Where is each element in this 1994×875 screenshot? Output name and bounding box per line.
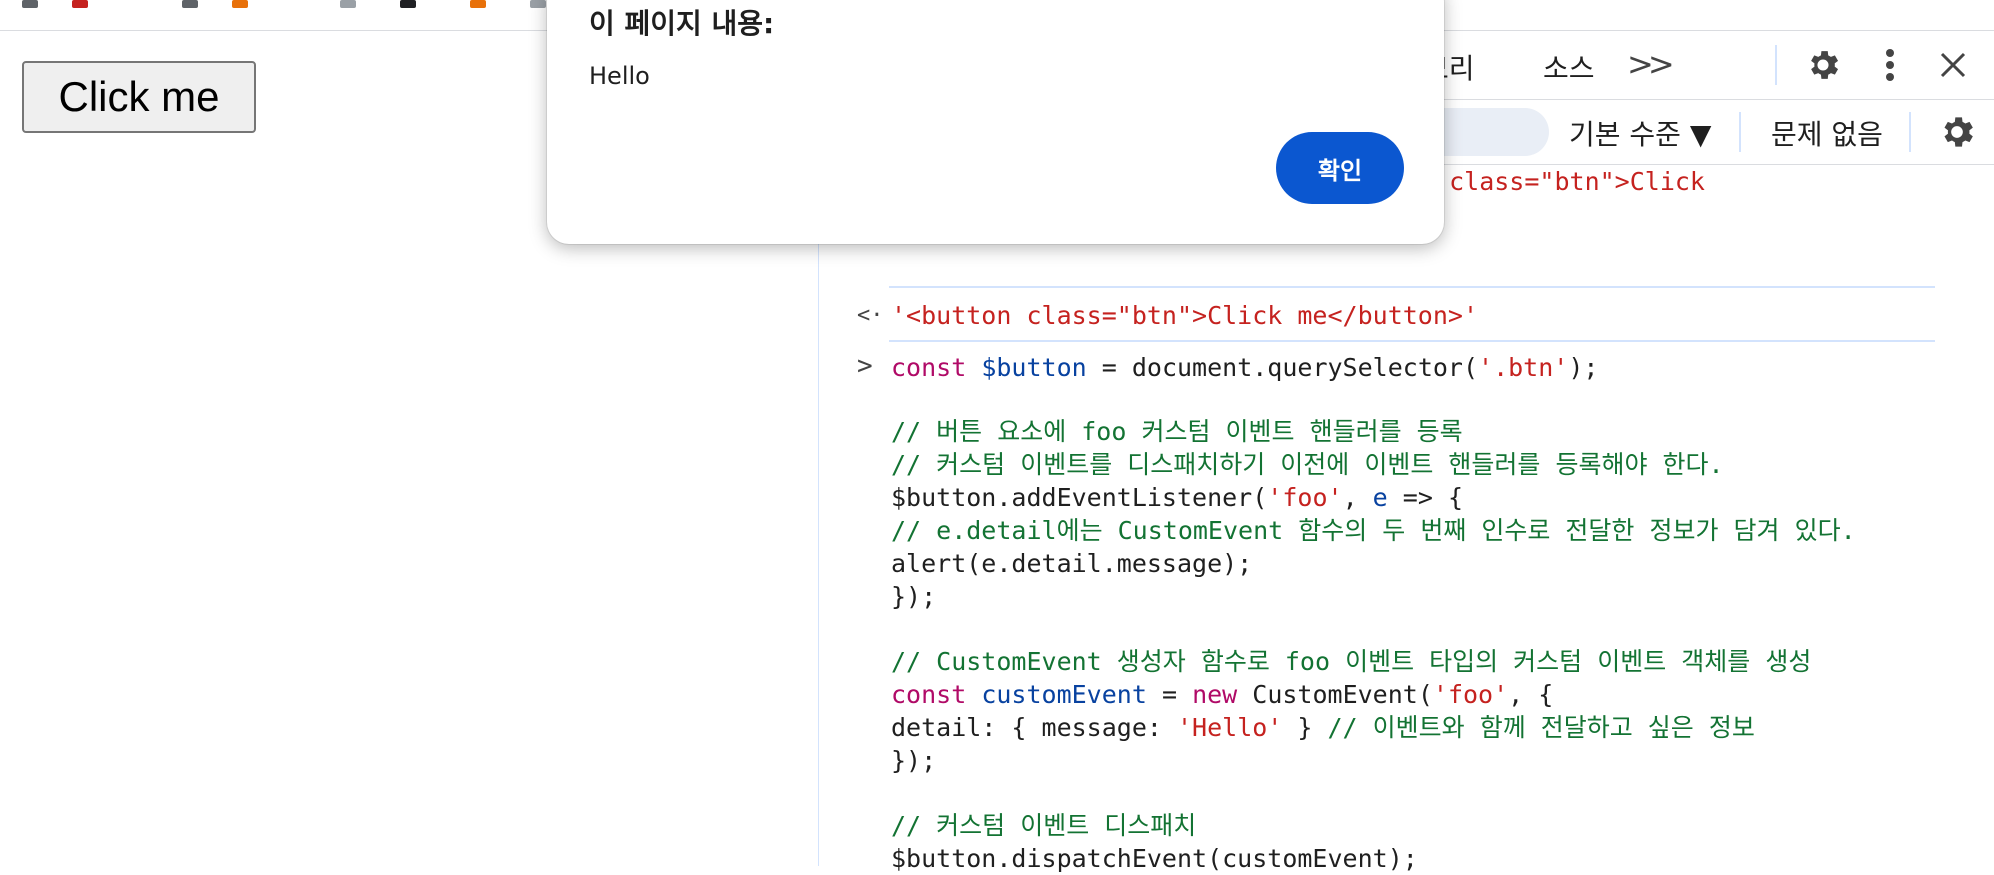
code-line: $button.dispatchEvent(customEvent); (891, 844, 1418, 873)
bookmark-icon[interactable] (470, 0, 486, 8)
code-line: const customEvent = new CustomEvent('foo… (891, 680, 1554, 709)
console-divider (889, 340, 1935, 342)
code-line: }); (891, 582, 937, 611)
code-comment: // e.detail에는 CustomEvent 함수의 두 번째 인수로 전… (891, 516, 1856, 545)
click-me-button[interactable]: Click me (22, 61, 256, 133)
bookmark-icon[interactable] (232, 0, 248, 8)
code-line: $button.addEventListener('foo', e => { (891, 483, 1463, 512)
code-comment: // CustomEvent 생성자 함수로 foo 이벤트 타입의 커스텀 이… (891, 647, 1812, 676)
console-result: '<button class="btn">Click me</button>' (891, 301, 1478, 330)
ok-button[interactable]: 확인 (1276, 132, 1404, 204)
code-comment: // 커스텀 이벤트 디스패치 (891, 811, 1197, 840)
bookmark-icon[interactable] (400, 0, 416, 8)
divider (1909, 112, 1911, 152)
dialog-message: Hello (589, 62, 650, 90)
console-divider (889, 286, 1935, 288)
tab-sources[interactable]: 소스 (1543, 47, 1595, 87)
input-prompt-icon: > (857, 351, 873, 381)
code-line: const $button = document.querySelector('… (891, 353, 1599, 382)
bookmark-icon[interactable] (22, 0, 38, 8)
divider (1775, 45, 1777, 85)
bookmark-icon[interactable] (530, 0, 546, 8)
bookmark-icon[interactable] (72, 0, 88, 8)
issues-counter[interactable]: 문제 없음 (1771, 113, 1883, 153)
console-settings-gear-icon[interactable] (1935, 110, 1979, 154)
close-icon[interactable] (1935, 47, 1971, 83)
previous-output-line: n class="btn">Click (1419, 167, 1705, 196)
console-output[interactable]: n class="btn">Click me <· '<button class… (819, 165, 1994, 873)
code-line: alert(e.detail.message); (891, 549, 1253, 578)
divider (1739, 112, 1741, 152)
code-comment: // 커스텀 이벤트를 디스패치하기 이전에 이벤트 핸들러를 등록해야 한다. (891, 450, 1724, 479)
more-options-icon[interactable] (1875, 45, 1905, 85)
alert-dialog: 이 페이지 내용: Hello 확인 (547, 0, 1444, 244)
more-tabs-chevron[interactable]: >> (1627, 45, 1675, 83)
result-arrow-icon: <· (857, 303, 884, 328)
dialog-title: 이 페이지 내용: (589, 7, 775, 40)
code-line: }); (891, 746, 937, 775)
code-line: detail: { message: 'Hello' } // 이벤트와 함께 … (891, 713, 1755, 742)
code-comment: // 버튼 요소에 foo 커스텀 이벤트 핸들러를 등록 (891, 417, 1463, 446)
bookmark-icon[interactable] (182, 0, 198, 8)
gear-icon[interactable] (1803, 45, 1843, 85)
log-levels-dropdown[interactable]: 기본 수준 ▼ (1569, 113, 1711, 153)
bookmark-icon[interactable] (340, 0, 356, 8)
